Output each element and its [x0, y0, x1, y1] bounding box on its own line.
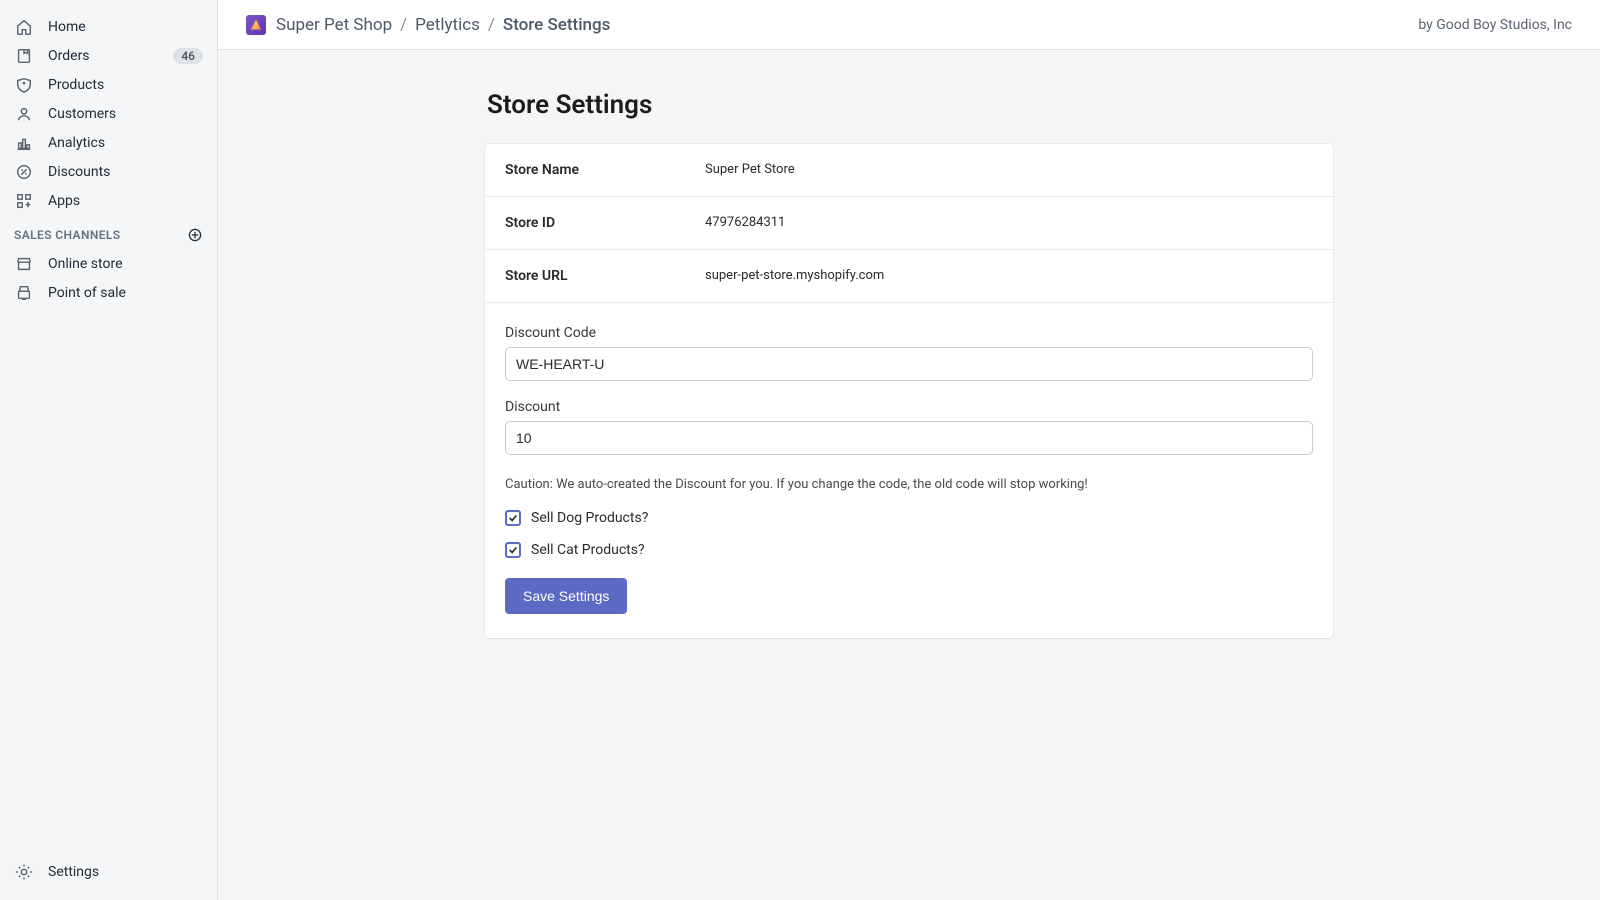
analytics-icon — [14, 133, 34, 153]
breadcrumb-root[interactable]: Super Pet Shop — [276, 15, 392, 35]
caution-text: Caution: We auto-created the Discount fo… — [505, 477, 1313, 492]
sidebar-item-label: Discounts — [48, 164, 110, 180]
topbar: Super Pet Shop / Petlytics / Store Setti… — [218, 0, 1600, 50]
store-url-label: Store URL — [505, 268, 705, 284]
sales-channels-header: SALES CHANNELS — [0, 215, 217, 249]
byline: by Good Boy Studios, Inc — [1418, 17, 1572, 33]
store-id-value: 47976284311 — [705, 215, 785, 231]
row-store-id: Store ID 47976284311 — [485, 197, 1333, 250]
sidebar-item-label: Products — [48, 77, 104, 93]
store-name-value: Super Pet Store — [705, 162, 795, 178]
orders-icon — [14, 46, 34, 66]
sidebar-item-label: Customers — [48, 106, 116, 122]
breadcrumb-sep: / — [488, 15, 495, 35]
sidebar-item-orders[interactable]: Orders 46 — [0, 41, 217, 70]
content: Store Settings Store Name Super Pet Stor… — [218, 50, 1600, 900]
store-name-label: Store Name — [505, 162, 705, 178]
home-icon — [14, 17, 34, 37]
main: Super Pet Shop / Petlytics / Store Setti… — [218, 0, 1600, 900]
row-store-name: Store Name Super Pet Store — [485, 144, 1333, 197]
online-store-icon — [14, 254, 34, 274]
breadcrumb-app[interactable]: Petlytics — [415, 15, 480, 35]
sidebar-item-settings[interactable]: Settings — [0, 857, 217, 886]
page-title: Store Settings — [487, 90, 1333, 120]
sell-cat-checkbox[interactable] — [505, 542, 521, 558]
save-button[interactable]: Save Settings — [505, 578, 627, 614]
breadcrumb: Super Pet Shop / Petlytics / Store Setti… — [276, 15, 610, 35]
app-logo-icon — [246, 15, 266, 35]
sidebar-item-label: Analytics — [48, 135, 105, 151]
orders-badge: 46 — [173, 48, 203, 64]
pos-icon — [14, 283, 34, 303]
apps-icon — [14, 191, 34, 211]
sidebar: Home Orders 46 Products Customers — [0, 0, 218, 900]
sell-cat-row: Sell Cat Products? — [505, 542, 1313, 558]
sidebar-item-products[interactable]: Products — [0, 70, 217, 99]
store-id-label: Store ID — [505, 215, 705, 231]
sidebar-item-label: Home — [48, 19, 86, 35]
sidebar-item-label: Apps — [48, 193, 80, 209]
form-section: Discount Code Discount Caution: We auto-… — [485, 303, 1333, 638]
sidebar-item-label: Orders — [48, 48, 90, 64]
store-url-value: super-pet-store.myshopify.com — [705, 268, 884, 284]
sidebar-item-home[interactable]: Home — [0, 12, 217, 41]
breadcrumb-sep: / — [400, 15, 407, 35]
breadcrumb-current: Store Settings — [503, 15, 611, 35]
row-store-url: Store URL super-pet-store.myshopify.com — [485, 250, 1333, 302]
nav-list: Home Orders 46 Products Customers — [0, 12, 217, 215]
sell-dog-checkbox[interactable] — [505, 510, 521, 526]
sidebar-item-label: Settings — [48, 864, 99, 880]
sell-dog-label: Sell Dog Products? — [531, 510, 648, 526]
channel-pos[interactable]: Point of sale — [0, 278, 217, 307]
sidebar-item-analytics[interactable]: Analytics — [0, 128, 217, 157]
discounts-icon — [14, 162, 34, 182]
sidebar-item-label: Point of sale — [48, 285, 126, 301]
add-channel-icon[interactable] — [187, 227, 203, 243]
settings-card: Store Name Super Pet Store Store ID 4797… — [485, 144, 1333, 638]
sidebar-item-discounts[interactable]: Discounts — [0, 157, 217, 186]
discount-input[interactable] — [505, 421, 1313, 455]
sidebar-item-customers[interactable]: Customers — [0, 99, 217, 128]
sell-cat-label: Sell Cat Products? — [531, 542, 645, 558]
sales-channels-label: SALES CHANNELS — [14, 228, 121, 242]
discount-label: Discount — [505, 399, 1313, 415]
discount-code-input[interactable] — [505, 347, 1313, 381]
discount-code-label: Discount Code — [505, 325, 1313, 341]
sidebar-item-apps[interactable]: Apps — [0, 186, 217, 215]
sidebar-item-label: Online store — [48, 256, 123, 272]
sell-dog-row: Sell Dog Products? — [505, 510, 1313, 526]
customers-icon — [14, 104, 34, 124]
gear-icon — [14, 862, 34, 882]
products-icon — [14, 75, 34, 95]
channel-online-store[interactable]: Online store — [0, 249, 217, 278]
channels-list: Online store Point of sale — [0, 249, 217, 307]
